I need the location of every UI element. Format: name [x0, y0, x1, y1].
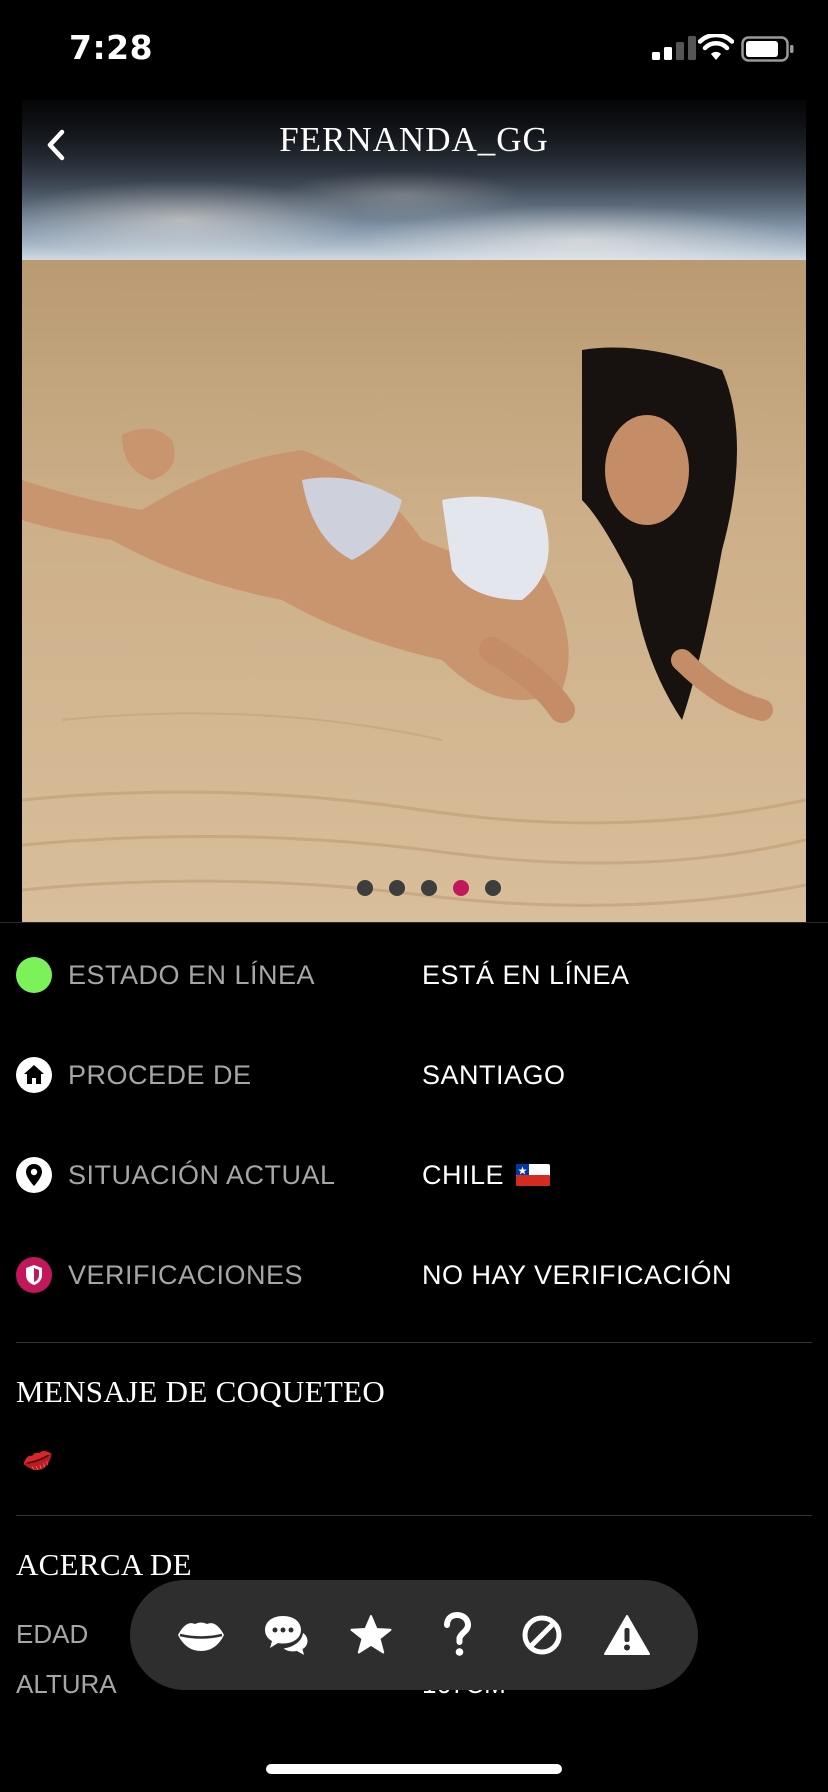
info-row-current-location: SITUACIÓN ACTUAL CHILE — [16, 1145, 812, 1205]
block-button[interactable] — [514, 1607, 570, 1663]
pagination-dot[interactable] — [421, 880, 437, 896]
chile-flag-icon — [516, 1164, 551, 1186]
cellular-signal-icon — [652, 36, 696, 60]
info-row-origin: PROCEDE DE SANTIAGO — [16, 1045, 812, 1105]
pagination-dot-active[interactable] — [453, 880, 469, 896]
favorite-button[interactable] — [343, 1607, 399, 1663]
pagination-dot[interactable] — [357, 880, 373, 896]
origin-value: SANTIAGO — [422, 1059, 566, 1090]
info-label: PROCEDE DE — [68, 1059, 252, 1090]
status-time: 7:28 — [69, 28, 154, 67]
block-icon — [522, 1615, 562, 1655]
profile-name: FERNANDA_GG — [279, 120, 549, 159]
divider — [16, 1515, 812, 1516]
info-label: ESTADO EN LÍNEA — [68, 959, 316, 990]
info-value: ESTÁ EN LÍNEA — [422, 960, 630, 991]
question-button[interactable] — [429, 1607, 485, 1663]
info-value: SANTIAGO — [422, 1060, 566, 1091]
info-row-verifications: VERIFICACIONES NO HAY VERIFICACIÓN — [16, 1245, 812, 1305]
chat-button[interactable] — [258, 1607, 314, 1663]
warning-icon — [604, 1615, 651, 1655]
star-icon — [350, 1615, 392, 1654]
home-indicator[interactable] — [266, 1764, 562, 1774]
online-status-value: ESTÁ EN LÍNEA — [422, 959, 630, 990]
chat-bubbles-icon — [264, 1616, 308, 1655]
about-label-age: EDAD — [16, 1619, 89, 1649]
location-value: CHILE — [422, 1159, 505, 1190]
about-section-title: ACERCA DE — [16, 1547, 192, 1582]
wifi-icon — [698, 34, 734, 60]
info-row-online-status: ESTADO EN LÍNEA ESTÁ EN LÍNEA — [16, 945, 812, 1005]
info-value: CHILE — [422, 1159, 551, 1191]
pagination-dot[interactable] — [389, 880, 405, 896]
photo-pagination[interactable] — [22, 880, 806, 896]
flirt-section-title: MENSAJE DE COQUETEO — [16, 1374, 386, 1409]
profile-photo-carousel[interactable]: FERNANDA_GG — [22, 100, 806, 922]
pagination-dot[interactable] — [485, 880, 501, 896]
kiss-button[interactable] — [173, 1607, 229, 1663]
about-label-height: ALTURA — [16, 1669, 117, 1699]
info-label: VERIFICACIONES — [68, 1259, 304, 1290]
profile-action-bar — [130, 1580, 698, 1690]
info-label: SITUACIÓN ACTUAL — [68, 1159, 336, 1190]
home-icon — [16, 1057, 52, 1093]
kiss-lips-icon — [23, 1450, 52, 1471]
shield-icon — [16, 1257, 52, 1293]
location-pin-icon — [16, 1157, 52, 1193]
divider — [16, 1342, 812, 1343]
online-status-icon — [16, 957, 52, 993]
verification-value: NO HAY VERIFICACIÓN — [422, 1259, 733, 1290]
lips-icon — [177, 1622, 224, 1651]
report-button[interactable] — [599, 1607, 655, 1663]
divider — [0, 922, 828, 923]
info-value: NO HAY VERIFICACIÓN — [422, 1260, 732, 1291]
question-icon — [443, 1612, 471, 1656]
photo-header: FERNANDA_GG — [22, 100, 806, 250]
battery-icon — [741, 36, 794, 62]
status-bar: 7:28 — [0, 0, 828, 100]
